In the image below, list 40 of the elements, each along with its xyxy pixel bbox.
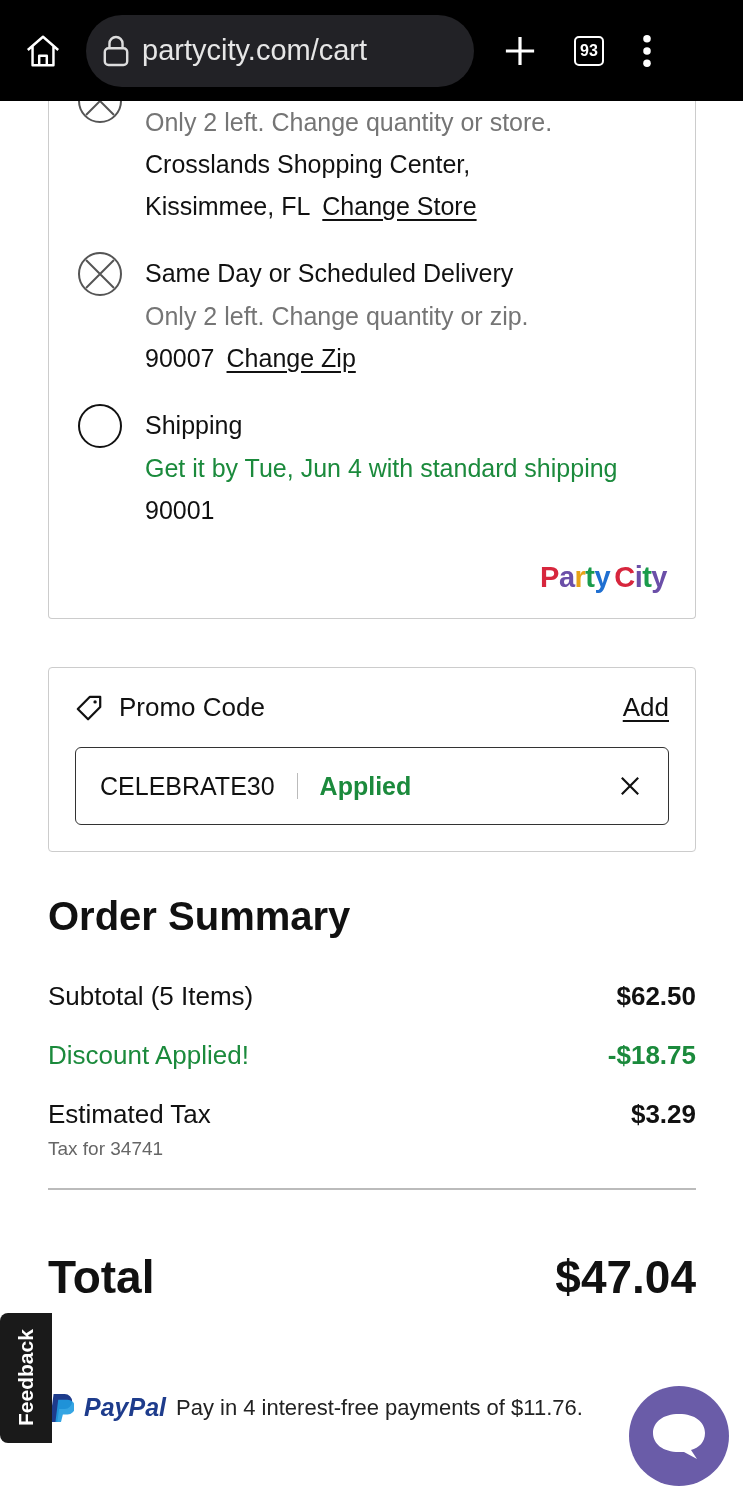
summary-label: Subtotal (5 Items) xyxy=(48,981,254,1012)
promo-code-field[interactable]: CELEBRATE30 Applied xyxy=(75,747,669,825)
availability-note: Get it by Tue, Jun 4 with standard shipping xyxy=(145,453,618,484)
add-link[interactable]: Add xyxy=(622,692,669,723)
promo-code: CELEBRATE30 xyxy=(100,771,275,801)
lock-icon xyxy=(102,33,130,68)
url-text: partycity.com/cart xyxy=(142,34,368,67)
total-amount: $47.04 xyxy=(555,1249,696,1304)
brand-logo: PartyCity xyxy=(540,561,667,594)
tab-count[interactable]: 93 xyxy=(574,35,604,66)
chat-button[interactable] xyxy=(629,1386,729,1486)
option-title: Shipping xyxy=(145,410,244,441)
summary-amount: $3.29 xyxy=(630,1099,696,1131)
close-icon[interactable] xyxy=(620,776,640,796)
summary-label: Estimated Tax xyxy=(48,1099,211,1130)
paypal-message: Pay in 4 interest-free payments of $11.76. xyxy=(176,1394,583,1421)
tag-icon xyxy=(75,693,103,722)
location-text: Crosslands Shopping Center, xyxy=(145,149,471,180)
address-bar[interactable]: partycity.com/cart xyxy=(86,14,474,87)
change-link[interactable]: Change Zip xyxy=(226,337,356,379)
new-tab-icon[interactable] xyxy=(504,34,536,67)
summary-amount: -$18.75 xyxy=(607,1040,696,1071)
promo-label: Promo Code xyxy=(119,692,266,723)
summary-amount: $62.50 xyxy=(616,981,696,1012)
radio-button[interactable] xyxy=(77,403,123,449)
location-text: 90007 xyxy=(145,343,215,374)
availability-note: Only 2 left. Change quantity or store. xyxy=(145,107,553,138)
feedback-tab[interactable]: Feedback xyxy=(0,1313,52,1443)
summary-label: Discount Applied! xyxy=(48,1040,249,1071)
total-label: Total xyxy=(48,1249,155,1304)
summary-heading: Order Summary xyxy=(48,894,352,939)
availability-note: Only 2 left. Change quantity or zip. xyxy=(145,301,529,332)
paypal-logo: PayPal xyxy=(84,1393,166,1422)
more-icon[interactable] xyxy=(642,34,652,67)
change-link[interactable]: Change Store xyxy=(322,185,477,227)
option-title: Same Day or Scheduled Delivery xyxy=(145,258,515,289)
applied-status: Applied xyxy=(319,771,413,801)
location-text: Kissimmee, FL xyxy=(145,191,311,222)
location-text: 90001 xyxy=(145,495,215,526)
tax-note: Tax for 34741 xyxy=(48,1138,165,1160)
